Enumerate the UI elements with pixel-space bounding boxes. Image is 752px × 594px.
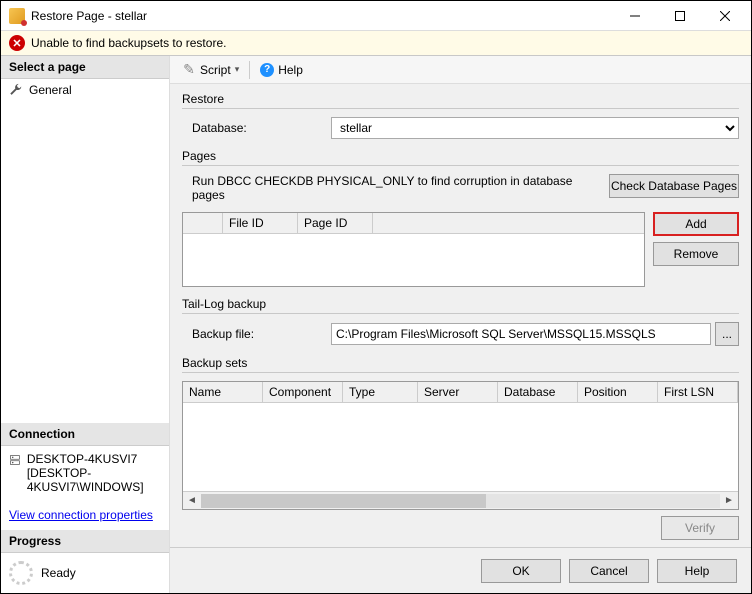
pages-grid[interactable]: File ID Page ID xyxy=(182,212,645,287)
help-footer-button[interactable]: Help xyxy=(657,559,737,583)
progress-text: Ready xyxy=(41,566,76,580)
col-position: Position xyxy=(578,382,658,402)
select-page-header: Select a page xyxy=(1,56,169,79)
col-database: Database xyxy=(498,382,578,402)
script-icon: ✎ xyxy=(182,63,196,77)
wrench-icon xyxy=(9,83,23,97)
remove-button[interactable]: Remove xyxy=(653,242,739,266)
maximize-button[interactable] xyxy=(657,2,702,30)
help-icon: ? xyxy=(260,63,274,77)
dialog-footer: OK Cancel Help xyxy=(170,547,751,593)
backup-sets-title: Backup sets xyxy=(182,356,739,373)
col-pageid: Page ID xyxy=(298,213,373,233)
toolbar: ✎ Script ▾ ? Help xyxy=(170,56,751,84)
backup-sets-group: Backup sets Name Component Type Server D… xyxy=(182,356,739,540)
backup-sets-grid[interactable]: Name Component Type Server Database Posi… xyxy=(182,381,739,510)
taillog-group: Tail-Log backup Backup file: ... xyxy=(182,297,739,346)
cancel-button[interactable]: Cancel xyxy=(569,559,649,583)
close-button[interactable] xyxy=(702,2,747,30)
error-icon: ✕ xyxy=(9,35,25,51)
server-icon xyxy=(9,452,21,468)
script-button[interactable]: ✎ Script ▾ xyxy=(176,61,245,79)
col-blank xyxy=(183,213,223,233)
col-component: Component xyxy=(263,382,343,402)
backup-file-label: Backup file: xyxy=(182,327,327,341)
database-label: Database: xyxy=(182,121,327,135)
add-button[interactable]: Add xyxy=(653,212,739,236)
server-detail: [DESKTOP-4KUSVI7\WINDOWS] xyxy=(27,466,161,494)
pages-hint: Run DBCC CHECKDB PHYSICAL_ONLY to find c… xyxy=(182,174,601,202)
col-firstlsn: First LSN xyxy=(658,382,738,402)
sidebar-item-label: General xyxy=(29,83,72,97)
progress-header: Progress xyxy=(1,530,169,553)
verify-button: Verify xyxy=(661,516,739,540)
horizontal-scrollbar[interactable]: ◄ ► xyxy=(183,491,738,509)
minimize-button[interactable] xyxy=(612,2,657,30)
pages-title: Pages xyxy=(182,149,739,166)
sidebar-item-general[interactable]: General xyxy=(1,79,169,101)
restore-title: Restore xyxy=(182,92,739,109)
col-server: Server xyxy=(418,382,498,402)
check-database-pages-button[interactable]: Check Database Pages xyxy=(609,174,739,198)
connection-header: Connection xyxy=(1,423,169,446)
progress-spinner xyxy=(9,561,33,585)
col-type: Type xyxy=(343,382,418,402)
chevron-down-icon: ▾ xyxy=(235,64,240,75)
restore-group: Restore Database: stellar xyxy=(182,92,739,139)
banner-message: Unable to find backupsets to restore. xyxy=(31,36,226,50)
pages-group: Pages Run DBCC CHECKDB PHYSICAL_ONLY to … xyxy=(182,149,739,287)
col-fileid: File ID xyxy=(223,213,298,233)
window-title: Restore Page - stellar xyxy=(31,9,612,23)
database-select[interactable]: stellar xyxy=(331,117,739,139)
help-button[interactable]: ? Help xyxy=(254,61,309,79)
server-name: DESKTOP-4KUSVI7 xyxy=(27,452,161,466)
browse-button[interactable]: ... xyxy=(715,322,739,346)
warning-banner: ✕ Unable to find backupsets to restore. xyxy=(1,31,751,56)
title-bar: Restore Page - stellar xyxy=(1,1,751,31)
scroll-left-icon[interactable]: ◄ xyxy=(183,495,201,506)
ok-button[interactable]: OK xyxy=(481,559,561,583)
sidebar: Select a page General Connection DESKTOP… xyxy=(1,56,170,593)
col-name: Name xyxy=(183,382,263,402)
app-icon xyxy=(9,8,25,24)
backup-file-input[interactable] xyxy=(331,323,711,345)
scroll-right-icon[interactable]: ► xyxy=(720,495,738,506)
view-connection-link[interactable]: View connection properties xyxy=(1,500,169,530)
taillog-title: Tail-Log backup xyxy=(182,297,739,314)
